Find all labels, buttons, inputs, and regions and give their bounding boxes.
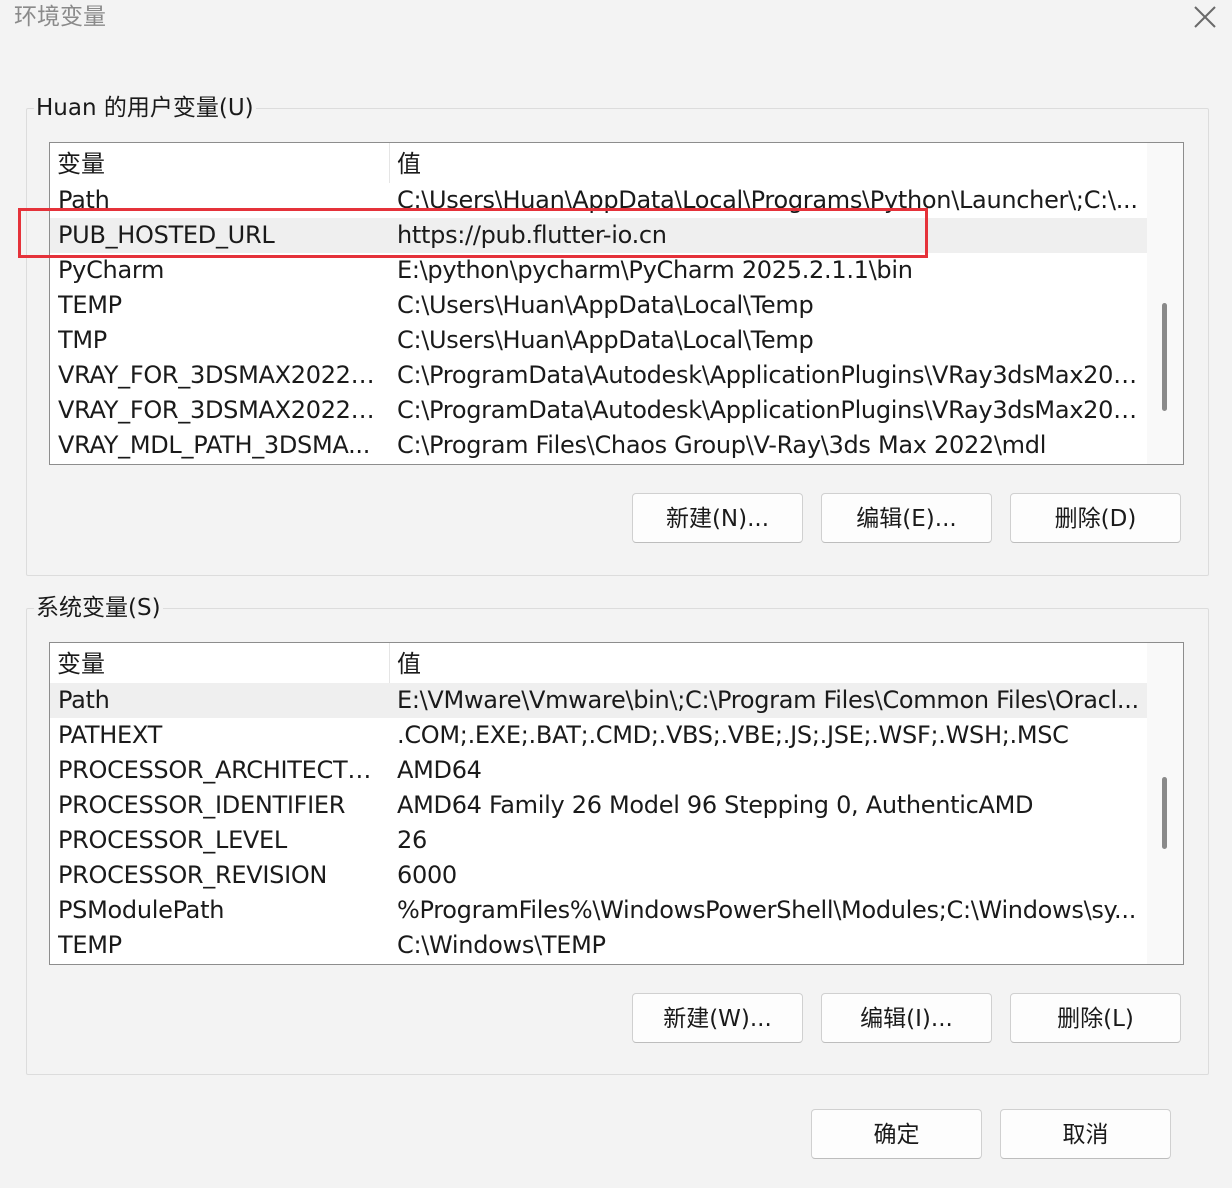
table-row[interactable]: PROCESSOR_IDENTIFIER AMD64 Family 26 Mod… — [50, 788, 1147, 823]
variable-value: E:\VMware\Vmware\bin\;C:\Program Files\C… — [397, 686, 1139, 714]
table-row[interactable]: PyCharm E:\python\pycharm\PyCharm 2025.2… — [50, 253, 1147, 288]
variable-value: E:\python\pycharm\PyCharm 2025.2.1.1\bin — [397, 256, 913, 284]
vertical-scrollbar[interactable] — [1147, 643, 1183, 964]
column-separator[interactable] — [389, 143, 390, 183]
variable-value: 6000 — [397, 861, 457, 889]
system-edit-button[interactable]: 编辑(I)... — [821, 993, 992, 1043]
list-header: 变量 值 — [50, 643, 1147, 683]
column-header-value[interactable]: 值 — [397, 649, 421, 679]
table-row[interactable]: Path C:\Users\Huan\AppData\Local\Program… — [50, 183, 1147, 218]
variable-value: C:\Program Files\Chaos Group\V-Ray\3ds M… — [397, 431, 1047, 459]
table-row[interactable]: TEMP C:\Windows\TEMP — [50, 928, 1147, 963]
variable-value: C:\Users\Huan\AppData\Local\Programs\Pyt… — [397, 186, 1138, 214]
variable-value: C:\Users\Huan\AppData\Local\Temp — [397, 291, 814, 319]
table-row[interactable]: PSModulePath %ProgramFiles%\WindowsPower… — [50, 893, 1147, 928]
variable-value: C:\ProgramData\Autodesk\ApplicationPlugi… — [397, 396, 1139, 424]
variable-name: PROCESSOR_REVISION — [58, 861, 328, 889]
variable-value: .COM;.EXE;.BAT;.CMD;.VBS;.VBE;.JS;.JSE;.… — [397, 721, 1069, 749]
table-row[interactable]: TMP C:\Users\Huan\AppData\Local\Temp — [50, 323, 1147, 358]
user-new-button[interactable]: 新建(N)... — [632, 493, 803, 543]
ok-button[interactable]: 确定 — [811, 1109, 982, 1159]
variable-name: PUB_HOSTED_URL — [58, 221, 275, 249]
variable-name: VRAY_FOR_3DSMAX2022_... — [58, 361, 380, 389]
variable-name: Path — [58, 186, 110, 214]
list-header: 变量 值 — [50, 143, 1147, 183]
variable-name: TEMP — [58, 931, 122, 959]
scrollbar-thumb[interactable] — [1162, 777, 1167, 849]
variable-name: TMP — [58, 326, 107, 354]
scrollbar-thumb[interactable] — [1162, 303, 1167, 411]
system-new-button[interactable]: 新建(W)... — [632, 993, 803, 1043]
variable-value: C:\Users\Huan\AppData\Local\Temp — [397, 326, 814, 354]
table-row[interactable]: PROCESSOR_LEVEL 26 — [50, 823, 1147, 858]
column-header-variable[interactable]: 变量 — [57, 649, 105, 679]
variable-name: PROCESSOR_ARCHITECTU... — [58, 756, 380, 784]
variable-value: %ProgramFiles%\WindowsPowerShell\Modules… — [397, 896, 1137, 924]
table-row[interactable]: PROCESSOR_ARCHITECTU... AMD64 — [50, 753, 1147, 788]
table-row-selected[interactable]: PUB_HOSTED_URL https://pub.flutter-io.cn — [50, 218, 1147, 253]
variable-name: PROCESSOR_IDENTIFIER — [58, 791, 346, 819]
variable-value: 26 — [397, 826, 427, 854]
title-bar: 环境变量 — [0, 0, 1232, 40]
variable-value: https://pub.flutter-io.cn — [397, 221, 667, 249]
close-button[interactable] — [1190, 2, 1220, 32]
table-row-selected[interactable]: Path E:\VMware\Vmware\bin\;C:\Program Fi… — [50, 683, 1147, 718]
column-separator[interactable] — [389, 643, 390, 683]
system-variables-label: 系统变量(S) — [34, 593, 163, 623]
variable-name: PATHEXT — [58, 721, 162, 749]
environment-variables-dialog: 环境变量 Huan 的用户变量(U) 变量 值 Path C:\Users\Hu… — [0, 0, 1232, 1188]
table-row[interactable]: PATHEXT .COM;.EXE;.BAT;.CMD;.VBS;.VBE;.J… — [50, 718, 1147, 753]
close-icon — [1194, 6, 1216, 28]
table-row[interactable]: PROCESSOR_REVISION 6000 — [50, 858, 1147, 893]
column-header-value[interactable]: 值 — [397, 149, 421, 179]
variable-name: VRAY_FOR_3DSMAX2022_... — [58, 396, 380, 424]
variable-name: PSModulePath — [58, 896, 225, 924]
variable-value: AMD64 — [397, 756, 482, 784]
variable-value: C:\ProgramData\Autodesk\ApplicationPlugi… — [397, 361, 1139, 389]
table-row[interactable]: VRAY_FOR_3DSMAX2022_... C:\ProgramData\A… — [50, 358, 1147, 393]
system-variables-list[interactable]: 变量 值 Path E:\VMware\Vmware\bin\;C:\Progr… — [49, 642, 1184, 965]
window-title: 环境变量 — [14, 4, 106, 30]
variable-name: PyCharm — [58, 256, 165, 284]
variable-name: VRAY_MDL_PATH_3DSMA... — [58, 431, 371, 459]
cancel-button[interactable]: 取消 — [1000, 1109, 1171, 1159]
list-rows: Path E:\VMware\Vmware\bin\;C:\Program Fi… — [50, 683, 1147, 963]
system-delete-button[interactable]: 删除(L) — [1010, 993, 1181, 1043]
user-delete-button[interactable]: 删除(D) — [1010, 493, 1181, 543]
column-header-variable[interactable]: 变量 — [57, 149, 105, 179]
user-edit-button[interactable]: 编辑(E)... — [821, 493, 992, 543]
user-variables-list[interactable]: 变量 值 Path C:\Users\Huan\AppData\Local\Pr… — [49, 142, 1184, 465]
user-variables-label: Huan 的用户变量(U) — [34, 93, 256, 123]
table-row[interactable]: TEMP C:\Users\Huan\AppData\Local\Temp — [50, 288, 1147, 323]
variable-name: PROCESSOR_LEVEL — [58, 826, 287, 854]
resize-grip[interactable] — [1220, 1176, 1232, 1188]
variable-value: AMD64 Family 26 Model 96 Stepping 0, Aut… — [397, 791, 1034, 819]
variable-name: Path — [58, 686, 110, 714]
vertical-scrollbar[interactable] — [1147, 143, 1183, 464]
variable-name: TEMP — [58, 291, 122, 319]
table-row[interactable]: VRAY_FOR_3DSMAX2022_... C:\ProgramData\A… — [50, 393, 1147, 428]
list-rows: Path C:\Users\Huan\AppData\Local\Program… — [50, 183, 1147, 463]
table-row[interactable]: VRAY_MDL_PATH_3DSMA... C:\Program Files\… — [50, 428, 1147, 463]
variable-value: C:\Windows\TEMP — [397, 931, 606, 959]
